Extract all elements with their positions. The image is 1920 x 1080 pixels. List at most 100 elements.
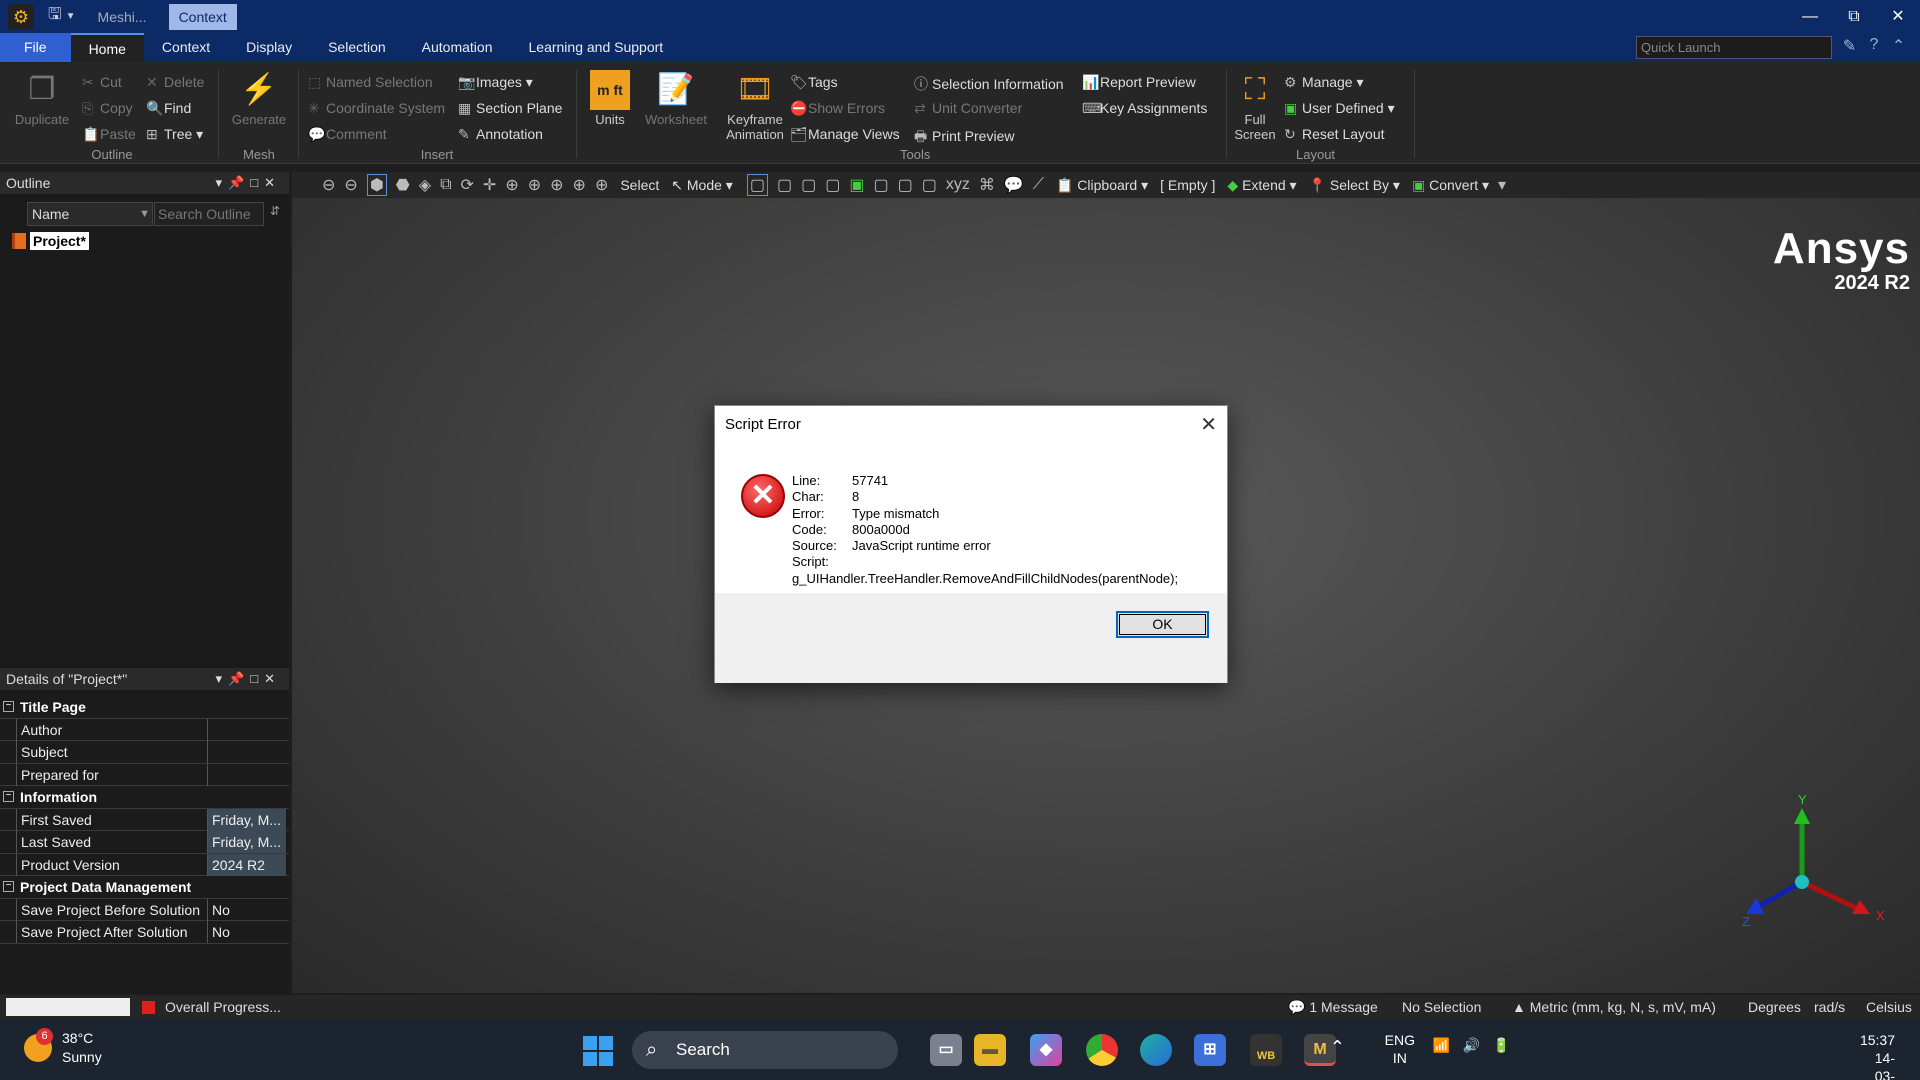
- edge-icon[interactable]: [1140, 1034, 1172, 1066]
- tab-file[interactable]: File: [0, 33, 71, 62]
- overall-progress-label[interactable]: Overall Progress...: [165, 995, 281, 1019]
- panel-menu-icon[interactable]: ▾: [216, 671, 229, 686]
- cut-button[interactable]: ✂ Cut: [82, 74, 122, 91]
- copy-button[interactable]: ⎘ Copy: [82, 100, 133, 117]
- weather-widget[interactable]: 6 38°C Sunny: [24, 1028, 102, 1067]
- select-element-icon[interactable]: ▣: [849, 175, 864, 195]
- generate-button[interactable]: ⚡ Generate: [226, 70, 292, 127]
- name-filter-dropdown[interactable]: Name ▼: [27, 202, 153, 226]
- section-project-data-management[interactable]: − Project Data Management: [0, 876, 289, 899]
- select-vertex-icon[interactable]: ▢: [746, 174, 768, 196]
- maximize-icon[interactable]: □: [250, 671, 264, 686]
- zoom-in-icon[interactable]: ⊕: [505, 175, 518, 195]
- close-window-button[interactable]: ✕: [1876, 0, 1920, 33]
- start-button[interactable]: [583, 1036, 613, 1066]
- minimize-button[interactable]: —: [1788, 0, 1832, 33]
- search-outline-input[interactable]: Search Outline: [154, 202, 264, 226]
- paste-button[interactable]: 📋Paste: [82, 126, 136, 143]
- clipboard-dropdown[interactable]: 📋 Clipboard ▾: [1056, 177, 1148, 194]
- toolbar-overflow-icon[interactable]: ▾: [1498, 175, 1506, 195]
- tab-home[interactable]: Home: [70, 33, 144, 62]
- chrome-icon[interactable]: [1086, 1034, 1118, 1066]
- panel-menu-icon[interactable]: ▾: [216, 175, 229, 190]
- units-button[interactable]: m ft Units: [582, 70, 638, 127]
- copilot-icon[interactable]: ◆: [1030, 1034, 1062, 1066]
- coordinate-system-button[interactable]: ✳ Coordinate System: [308, 100, 445, 117]
- battery-icon[interactable]: 🔋: [1493, 1037, 1510, 1054]
- language-indicator[interactable]: ENG IN: [1385, 1031, 1415, 1067]
- tree-node-project[interactable]: Project*: [12, 231, 89, 251]
- named-selection-button[interactable]: ⬚ Named Selection: [308, 74, 433, 91]
- section-title-page[interactable]: − Title Page: [0, 696, 289, 719]
- images-button[interactable]: 📷Images ▾: [458, 74, 533, 91]
- full-screen-button[interactable]: ⛶ Full Screen: [1230, 70, 1280, 142]
- duplicate-button[interactable]: ❐ Duplicate: [10, 70, 74, 127]
- show-hidden-icons[interactable]: ⌃: [1330, 1037, 1345, 1058]
- close-panel-icon[interactable]: ✕: [264, 671, 281, 686]
- iso-view-icon[interactable]: ⬢: [366, 174, 387, 196]
- keyframe-animation-button[interactable]: 🎞 Keyframe Animation: [714, 70, 796, 142]
- angle-unit[interactable]: Degrees: [1748, 995, 1801, 1019]
- comment-bubble-icon[interactable]: 💬: [1004, 175, 1024, 195]
- context-tab[interactable]: Context: [168, 3, 237, 30]
- tree-button[interactable]: ⊞ Tree ▾: [146, 126, 203, 143]
- manage-views-button[interactable]: 🗂Manage Views: [790, 126, 900, 143]
- zoom-out-icon[interactable]: ⊖: [322, 175, 335, 195]
- rate-unit[interactable]: rad/s: [1814, 995, 1845, 1019]
- help-icon[interactable]: ?: [1870, 36, 1879, 59]
- wireframe-view-icon[interactable]: ◈: [419, 175, 431, 195]
- taskbar-search[interactable]: ⌕ Search: [632, 1031, 898, 1069]
- volume-icon[interactable]: 🔊: [1463, 1037, 1480, 1054]
- delete-button[interactable]: ✕ Delete: [146, 74, 204, 91]
- unit-converter-button[interactable]: ⇄ Unit Converter: [914, 100, 1022, 117]
- quick-access-dropdown-icon[interactable]: ▼: [66, 11, 76, 22]
- rotate-icon[interactable]: ⟳: [461, 175, 474, 195]
- maximize-icon[interactable]: □: [250, 175, 264, 190]
- temperature-unit[interactable]: Celsius: [1866, 995, 1912, 1019]
- key-assignments-button[interactable]: ⌨Key Assignments: [1082, 100, 1207, 117]
- comment-button[interactable]: 💬Comment: [308, 126, 387, 143]
- box-zoom-icon[interactable]: ⊕: [528, 175, 541, 195]
- magnifier-icon[interactable]: ⊕: [573, 175, 586, 195]
- extend-dropdown[interactable]: ◆ Extend ▾: [1227, 177, 1296, 194]
- dialog-close-button[interactable]: ✕: [1200, 412, 1217, 437]
- detail-row-last-saved[interactable]: Last Saved Friday, M...: [0, 831, 289, 854]
- detail-row-prepared-for[interactable]: Prepared for: [0, 763, 289, 786]
- zoom-icon[interactable]: ⊖: [344, 175, 357, 195]
- select-node-icon[interactable]: ▢: [873, 175, 888, 195]
- tab-context[interactable]: Context: [144, 33, 228, 62]
- coordinate-triad[interactable]: Y X Z: [1740, 790, 1890, 930]
- manage-layout-button[interactable]: ⚙ Manage ▾: [1284, 74, 1364, 91]
- restore-button[interactable]: ⧉: [1832, 0, 1876, 33]
- pin-icon[interactable]: 📌: [228, 671, 250, 686]
- feedback-icon[interactable]: ✎: [1843, 36, 1856, 59]
- convert-dropdown[interactable]: ▣ Convert ▾: [1412, 177, 1489, 194]
- pan-icon[interactable]: ✛: [483, 175, 496, 195]
- clock[interactable]: 15:3714-03-2025: [1860, 1031, 1895, 1080]
- messages-indicator[interactable]: 💬 1 Message: [1288, 995, 1378, 1019]
- zoom-fit-icon[interactable]: ⊕: [550, 175, 563, 195]
- select-edge-icon[interactable]: ▢: [777, 175, 792, 195]
- user-defined-button[interactable]: ▣ User Defined ▾: [1284, 100, 1395, 117]
- mode-dropdown[interactable]: ↖ Mode ▾: [671, 177, 733, 194]
- pin-icon[interactable]: 📌: [228, 175, 250, 190]
- select-all-icon[interactable]: ▢: [922, 175, 937, 195]
- reset-layout-button[interactable]: ↻ Reset Layout: [1284, 126, 1385, 143]
- worksheet-button[interactable]: 📝 Worksheet: [640, 70, 712, 127]
- unit-system-dropdown[interactable]: ▲ Metric (mm, kg, N, s, mV, mA): [1512, 995, 1716, 1019]
- progress-stop-icon[interactable]: [142, 1001, 155, 1014]
- file-explorer-icon[interactable]: ▬: [974, 1034, 1006, 1066]
- quick-launch-input[interactable]: Quick Launch: [1636, 36, 1832, 59]
- tags-button[interactable]: 🏷Tags: [790, 74, 838, 91]
- detail-row-author[interactable]: Author: [0, 718, 289, 741]
- label-icon[interactable]: ⌘: [979, 175, 995, 195]
- task-view-icon[interactable]: ▭: [930, 1034, 962, 1066]
- select-by-dropdown[interactable]: 📍 Select By ▾: [1309, 177, 1400, 194]
- app-tab-meshing[interactable]: Meshi...: [88, 4, 157, 30]
- detail-row-first-saved[interactable]: First Saved Friday, M...: [0, 808, 289, 831]
- ok-button[interactable]: OK: [1116, 611, 1209, 638]
- ansys-app-icon[interactable]: ⚙: [8, 3, 34, 30]
- chart-icon[interactable]: ⟋: [1033, 176, 1044, 194]
- tab-display[interactable]: Display: [228, 33, 310, 62]
- selection-information-button[interactable]: ⓘ Selection Information: [914, 74, 1064, 94]
